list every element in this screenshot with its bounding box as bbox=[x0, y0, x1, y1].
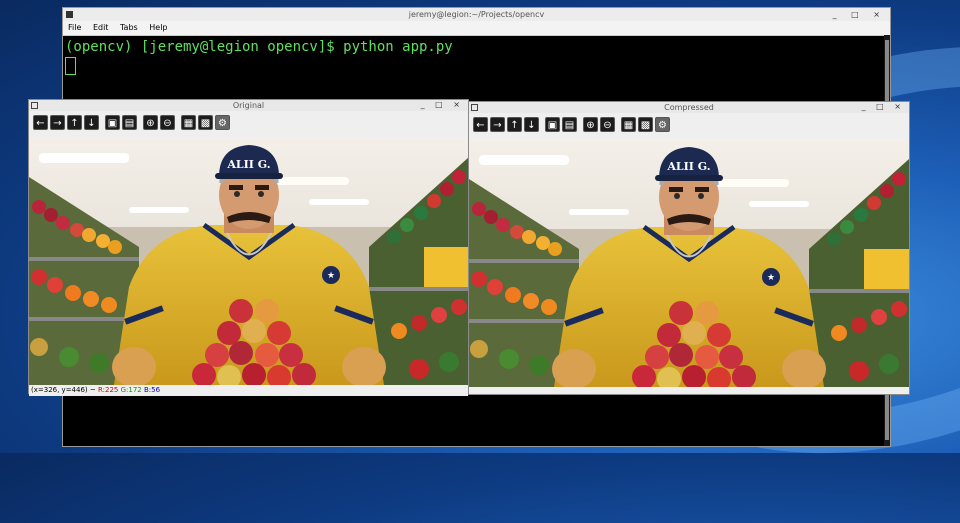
pan-down-icon[interactable]: ↓ bbox=[84, 115, 99, 130]
save-icon[interactable]: ▦ bbox=[181, 115, 196, 130]
zoom-fit-icon[interactable]: ▣ bbox=[545, 117, 560, 132]
pan-right-icon[interactable]: → bbox=[50, 115, 65, 130]
zoom-fit-icon[interactable]: ▣ bbox=[105, 115, 120, 130]
pan-up-icon[interactable]: ↑ bbox=[507, 117, 522, 132]
svg-text:★: ★ bbox=[767, 273, 775, 283]
original-toolbar: ← → ↑ ↓ ▣ ▤ ⊕ ⊖ ▦ ▩ ⚙ bbox=[29, 111, 468, 137]
zoom-in-icon[interactable]: ⊕ bbox=[143, 115, 158, 130]
cap-text: ALII G. bbox=[226, 158, 270, 171]
pan-up-icon[interactable]: ↑ bbox=[67, 115, 82, 130]
terminal-menubar: File Edit Tabs Help bbox=[63, 21, 890, 36]
status-green: G:172 bbox=[120, 386, 142, 394]
menu-tabs[interactable]: Tabs bbox=[120, 23, 138, 32]
properties-icon[interactable]: ⚙ bbox=[215, 115, 230, 130]
properties-icon[interactable]: ⚙ bbox=[655, 117, 670, 132]
status-blue: B:56 bbox=[143, 386, 161, 394]
svg-text:★: ★ bbox=[327, 271, 335, 281]
menu-edit[interactable]: Edit bbox=[93, 23, 109, 32]
terminal-window-controls[interactable]: _ □ × bbox=[833, 8, 886, 21]
copy-icon[interactable]: ▩ bbox=[638, 117, 653, 132]
terminal-app-icon bbox=[66, 11, 73, 18]
terminal-title: jeremy@legion:~/Projects/opencv bbox=[408, 10, 545, 19]
copy-icon[interactable]: ▩ bbox=[198, 115, 213, 130]
zoom-original-icon[interactable]: ▤ bbox=[562, 117, 577, 132]
zoom-out-icon[interactable]: ⊖ bbox=[600, 117, 615, 132]
cap-text: ALII G. bbox=[666, 160, 710, 173]
compressed-titlebar[interactable]: Compressed _ □ × bbox=[469, 102, 909, 113]
compressed-toolbar: ← → ↑ ↓ ▣ ▤ ⊕ ⊖ ▦ ▩ ⚙ bbox=[469, 113, 909, 139]
status-red: R:225 bbox=[97, 386, 119, 394]
window-icon bbox=[471, 104, 478, 111]
menu-help[interactable]: Help bbox=[149, 23, 167, 32]
terminal-titlebar[interactable]: jeremy@legion:~/Projects/opencv _ □ × bbox=[63, 8, 890, 21]
original-image-canvas[interactable]: ★ ALII G. bbox=[29, 137, 468, 385]
compressed-window-controls[interactable]: _ □ × bbox=[862, 101, 905, 112]
menu-file[interactable]: File bbox=[68, 23, 81, 32]
original-title: Original bbox=[232, 101, 265, 110]
compressed-image-canvas[interactable]: ★ ALII G. bbox=[469, 139, 909, 387]
compressed-title: Compressed bbox=[664, 103, 714, 112]
product-photo: ★ ALII G. bbox=[469, 139, 909, 387]
compressed-image-window[interactable]: Compressed _ □ × ← → ↑ ↓ ▣ ▤ ⊕ ⊖ ▦ ▩ ⚙ ★… bbox=[469, 102, 909, 394]
zoom-original-icon[interactable]: ▤ bbox=[122, 115, 137, 130]
original-titlebar[interactable]: Original _ □ × bbox=[29, 100, 468, 111]
window-icon bbox=[31, 102, 38, 109]
terminal-prompt-line: (opencv) [jeremy@legion opencv]$ python … bbox=[65, 39, 453, 55]
pan-left-icon[interactable]: ← bbox=[33, 115, 48, 130]
save-icon[interactable]: ▦ bbox=[621, 117, 636, 132]
status-coords: (x=326, y=446) ~ bbox=[31, 386, 96, 394]
zoom-in-icon[interactable]: ⊕ bbox=[583, 117, 598, 132]
original-window-controls[interactable]: _ □ × bbox=[421, 99, 464, 110]
product-photo: ★ ALII G. bbox=[29, 137, 468, 385]
zoom-out-icon[interactable]: ⊖ bbox=[160, 115, 175, 130]
pan-down-icon[interactable]: ↓ bbox=[524, 117, 539, 132]
pan-right-icon[interactable]: → bbox=[490, 117, 505, 132]
original-statusbar: (x=326, y=446) ~ R:225 G:172 B:56 bbox=[29, 385, 468, 396]
original-image-window[interactable]: Original _ □ × ← → ↑ ↓ ▣ ▤ ⊕ ⊖ ▦ ▩ ⚙ ★ A… bbox=[29, 100, 468, 396]
terminal-cursor bbox=[65, 57, 76, 75]
pan-left-icon[interactable]: ← bbox=[473, 117, 488, 132]
